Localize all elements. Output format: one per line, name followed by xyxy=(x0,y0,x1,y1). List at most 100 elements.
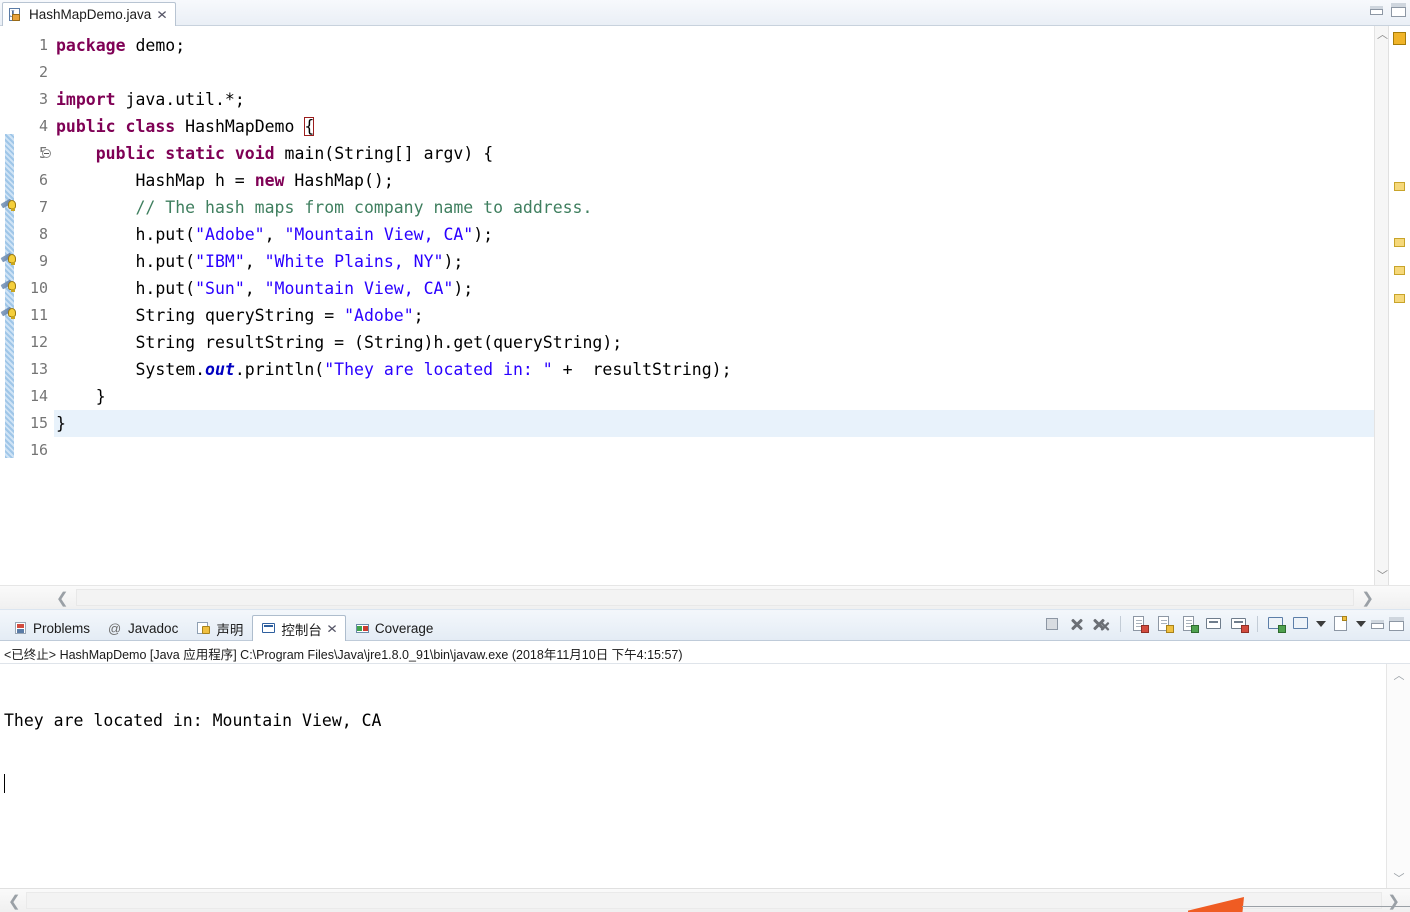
overview-warning-marker[interactable] xyxy=(1394,182,1405,191)
code-token: import xyxy=(56,90,116,109)
code-token: h.put( xyxy=(56,279,196,298)
clear-console-button[interactable] xyxy=(1129,614,1149,634)
code-token: "They are located in: " xyxy=(324,360,553,379)
open-console-button[interactable] xyxy=(1331,614,1351,634)
code-token: // The hash maps from company name to ad… xyxy=(56,198,593,217)
console-vertical-scrollbar[interactable]: ︿ ﹀ xyxy=(1386,664,1410,889)
code-line[interactable]: } xyxy=(54,410,1376,437)
fold-cell xyxy=(40,194,54,221)
code-line[interactable]: String resultString = (String)h.get(quer… xyxy=(54,329,1376,356)
code-token: new xyxy=(254,171,285,190)
chevron-down-icon[interactable] xyxy=(1356,621,1366,627)
code-line[interactable]: // The hash maps from company name to ad… xyxy=(54,194,1376,221)
warning-marker-icon[interactable] xyxy=(0,279,17,295)
editor-vertical-scrollbar[interactable]: ︿ ﹀ xyxy=(1374,26,1388,585)
toolbar-separator xyxy=(1257,616,1258,632)
code-line[interactable] xyxy=(54,437,1376,464)
code-line[interactable]: HashMap h = new HashMap(); xyxy=(54,167,1376,194)
minimize-icon[interactable] xyxy=(1370,5,1383,15)
editor-hscroll-track[interactable] xyxy=(76,589,1354,606)
overview-warning-marker[interactable] xyxy=(1394,266,1405,275)
code-token: { xyxy=(304,117,315,136)
code-editor[interactable]: 12345678910111213141516 package demo; im… xyxy=(0,26,1410,611)
scroll-down-icon[interactable]: ﹀ xyxy=(1377,571,1388,582)
code-line[interactable]: h.put("IBM", "White Plains, NY"); xyxy=(54,248,1376,275)
console-tab-控制台[interactable]: 控制台 ✕ xyxy=(252,615,346,641)
fold-cell xyxy=(40,275,54,302)
console-tab-Problems[interactable]: Problems xyxy=(4,615,99,641)
code-line[interactable]: public class HashMapDemo { xyxy=(54,113,1376,140)
scroll-down-icon[interactable]: ﹀ xyxy=(1393,870,1405,886)
warning-marker-icon[interactable] xyxy=(0,198,17,214)
console-tab-Coverage[interactable]: Coverage xyxy=(346,615,443,641)
pin-console-button[interactable] xyxy=(1266,614,1286,634)
code-text-area[interactable]: package demo; import java.util.*; public … xyxy=(54,26,1376,585)
code-line[interactable]: h.put("Sun", "Mountain View, CA"); xyxy=(54,275,1376,302)
overview-warning-marker[interactable] xyxy=(1394,238,1405,247)
scroll-right-icon[interactable]: ❯ xyxy=(1387,892,1400,910)
problems-icon xyxy=(13,621,28,636)
scroll-left-icon[interactable]: ❮ xyxy=(56,589,69,607)
show-console-on-output-button[interactable] xyxy=(1204,614,1224,634)
code-token: static xyxy=(165,144,225,163)
editor-tab-hashmapdemo[interactable]: J HashMapDemo.java ✕ xyxy=(2,2,177,26)
maximize-icon[interactable] xyxy=(1391,3,1406,17)
overview-warning-marker[interactable] xyxy=(1393,32,1406,45)
code-line[interactable]: public static void main(String[] argv) { xyxy=(54,140,1376,167)
scroll-up-icon[interactable]: ︿ xyxy=(1377,30,1388,41)
fold-collapse-icon[interactable] xyxy=(42,149,51,158)
launch-configuration-header: <已终止> HashMapDemo [Java 应用程序] C:\Program… xyxy=(0,641,1410,664)
chevron-down-icon[interactable] xyxy=(1316,621,1326,627)
code-token: void xyxy=(234,144,275,163)
minimize-icon[interactable] xyxy=(1371,619,1384,629)
fold-cell xyxy=(40,221,54,248)
editor-horizontal-scrollbar[interactable]: ❮ ❯ xyxy=(0,585,1410,609)
scroll-right-icon[interactable]: ❯ xyxy=(1361,589,1374,607)
code-line[interactable]: System.out.println("They are located in:… xyxy=(54,356,1376,383)
code-line[interactable]: h.put("Adobe", "Mountain View, CA"); xyxy=(54,221,1376,248)
annotation-rule xyxy=(1242,906,1410,907)
code-line[interactable]: package demo; xyxy=(54,32,1376,59)
code-token: HashMap(); xyxy=(284,171,394,190)
fold-cell xyxy=(40,113,54,140)
close-icon[interactable]: ✕ xyxy=(157,9,169,21)
code-token: demo; xyxy=(125,36,186,55)
code-line[interactable]: } xyxy=(54,383,1376,410)
code-token: "White Plains, NY" xyxy=(264,252,444,271)
code-token: "Adobe" xyxy=(195,225,265,244)
warning-marker-icon[interactable] xyxy=(0,252,17,268)
scroll-up-icon[interactable]: ︿ xyxy=(1393,667,1405,683)
console-tab-label: Coverage xyxy=(374,621,434,636)
code-line[interactable] xyxy=(54,59,1376,86)
maximize-icon[interactable] xyxy=(1389,617,1404,631)
overview-ruler[interactable] xyxy=(1388,26,1410,585)
code-token: public xyxy=(56,117,116,136)
warning-marker-icon[interactable] xyxy=(0,306,17,322)
scroll-left-icon[interactable]: ❮ xyxy=(8,892,21,910)
code-line[interactable]: String queryString = "Adobe"; xyxy=(54,302,1376,329)
code-token: ); xyxy=(453,279,474,298)
code-token: ); xyxy=(443,252,464,271)
console-hscroll-track[interactable] xyxy=(26,892,1382,909)
show-console-on-error-button[interactable] xyxy=(1229,614,1249,634)
console-output-text[interactable]: They are located in: Mountain View, CA xyxy=(0,664,1386,889)
display-selected-console-button[interactable] xyxy=(1291,614,1311,634)
code-token: , xyxy=(264,225,285,244)
console-output-line: They are located in: Mountain View, CA xyxy=(4,711,382,730)
overview-warning-marker[interactable] xyxy=(1394,294,1405,303)
console-tab-声明[interactable]: 声明 xyxy=(187,615,252,641)
annotation-ruler[interactable] xyxy=(0,26,18,585)
remove-all-terminated-button[interactable] xyxy=(1092,614,1112,634)
terminate-button[interactable] xyxy=(1042,614,1062,634)
word-wrap-button[interactable] xyxy=(1179,614,1199,634)
console-tab-Javadoc[interactable]: @ Javadoc xyxy=(99,615,187,641)
remove-launch-button[interactable] xyxy=(1067,614,1087,634)
window-controls xyxy=(1370,3,1406,17)
close-icon[interactable]: ✕ xyxy=(326,622,338,636)
code-token: "IBM" xyxy=(195,252,245,271)
folding-ruler[interactable] xyxy=(40,26,54,585)
code-line[interactable]: import java.util.*; xyxy=(54,86,1376,113)
code-token: } xyxy=(56,387,106,406)
scroll-lock-button[interactable] xyxy=(1154,614,1174,634)
code-token: } xyxy=(56,414,66,433)
